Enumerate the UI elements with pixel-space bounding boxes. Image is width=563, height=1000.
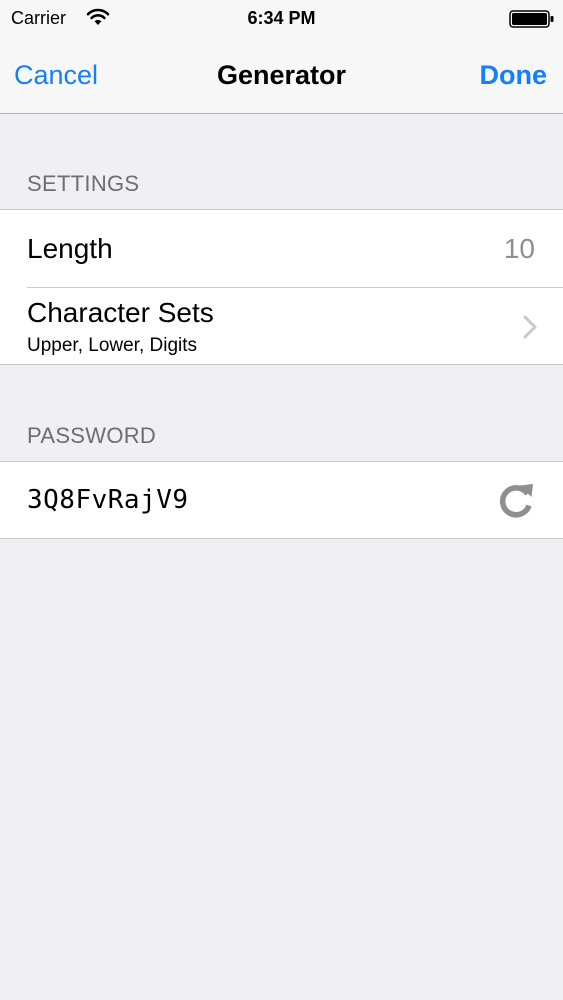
navigation-bar: Cancel Generator Done: [0, 38, 563, 114]
status-bar: Carrier 6:34 PM: [0, 0, 563, 38]
password-value[interactable]: 3Q8FvRajV9: [27, 483, 189, 517]
password-section-header: PASSWORD: [27, 423, 157, 448]
character-sets-value: Upper, Lower, Digits: [27, 335, 198, 356]
done-button[interactable]: Done: [480, 58, 548, 92]
settings-group: Length 10 Character Sets Upper, Lower, D…: [0, 209, 563, 365]
refresh-icon[interactable]: [497, 481, 535, 519]
length-value: 10: [503, 233, 535, 264]
character-sets-row[interactable]: Character Sets Upper, Lower, Digits: [0, 287, 563, 364]
chevron-right-icon: [523, 315, 537, 339]
password-row: 3Q8FvRajV9: [0, 462, 563, 538]
battery-icon: [509, 10, 554, 28]
character-sets-label: Character Sets: [27, 297, 214, 328]
status-time: 6:34 PM: [247, 8, 316, 28]
password-group: 3Q8FvRajV9: [0, 461, 563, 539]
length-label: Length: [27, 233, 113, 264]
length-row[interactable]: Length 10: [0, 210, 563, 287]
settings-section-header: SETTINGS: [27, 171, 140, 196]
